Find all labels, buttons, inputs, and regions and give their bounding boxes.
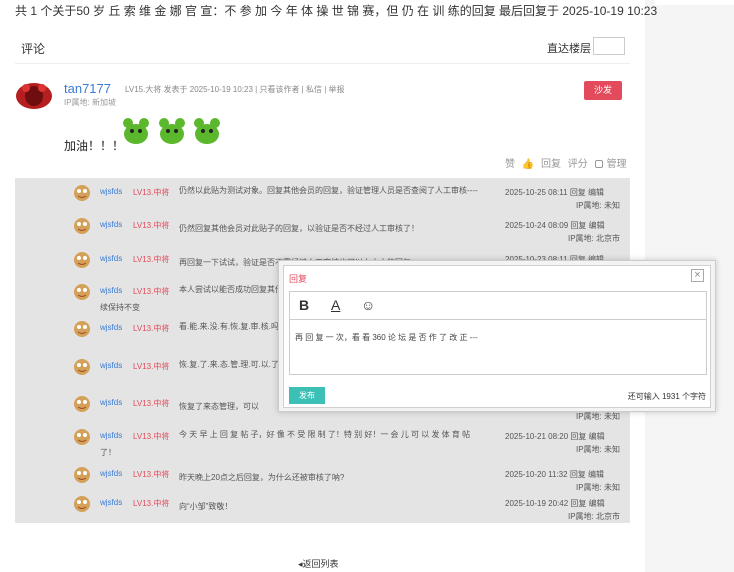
reply-level: LV13.中将: [133, 470, 170, 479]
reply-location: IP属地: 北京市: [567, 512, 620, 521]
font-color-icon[interactable]: A: [331, 297, 340, 313]
reply-dialog-body: 回复 × B A ☺ 再 回 复 一 次，看 看 360 论 坛 是 否 作 了…: [283, 265, 711, 408]
reply-date: 2025-10-25 08:11: [505, 188, 568, 197]
rate-button[interactable]: 评分: [568, 159, 588, 170]
post-meta: LV15.大将 发表于 2025-10-19 10:23 | 只看该作者 | 私…: [125, 85, 345, 94]
main-post: tan7177 LV15.大将 发表于 2025-10-19 10:23 | 只…: [15, 75, 630, 175]
reply-avatar[interactable]: [73, 320, 91, 338]
bold-icon[interactable]: B: [299, 297, 309, 313]
reply-row: wjsfds LV13.中将 昨天晚上20点之后回复，为什么还被审核了呐? 20…: [15, 464, 630, 496]
reply-date: 2025-10-20 11:32: [505, 470, 568, 479]
reply-level: LV13.中将: [133, 221, 170, 230]
reply-actions[interactable]: 回复 编辑: [570, 499, 604, 508]
reply-location: IP属地: 未知: [575, 412, 620, 421]
reply-avatar[interactable]: [73, 495, 91, 513]
reply-dialog: 回复 × B A ☺ 再 回 复 一 次，看 看 360 论 坛 是 否 作 了…: [278, 260, 716, 412]
post-ip: IP属地: 新加坡: [64, 98, 117, 107]
reply-text: 仍然以此贴为测试对象。回复其他会员的回复，验证管理人员是否查阅了人工审核----: [179, 186, 478, 195]
reply-author[interactable]: wjsfds: [100, 469, 122, 478]
thumb-up-icon[interactable]: 👍: [522, 159, 534, 170]
comments-label: 评论: [21, 42, 46, 56]
reply-avatar[interactable]: [73, 358, 91, 376]
thread-summary: 共 1 个关于50 岁 丘 索 维 金 娜 官 宣：不 参 加 今 年 体 操 …: [15, 4, 658, 18]
reply-actions[interactable]: 回复 编辑: [570, 188, 604, 197]
reply-location: IP属地: 北京市: [567, 234, 620, 243]
reply-date: 2025-10-24 08:09: [505, 221, 569, 230]
reply-location: IP属地: 未知: [575, 483, 620, 492]
reply-row: wjsfds LV13.中将 仍然以此贴为测试对象。回复其他会员的回复，验证管理…: [15, 182, 630, 214]
jump-floor-input[interactable]: [593, 37, 625, 55]
reply-text: 今 天 早 上 回 复 帖 子，好 像 不 受 限 制 了！特 别 好！一 会 …: [100, 430, 471, 457]
reply-textarea[interactable]: 再 回 复 一 次，看 看 360 论 坛 是 否 作 了 改 正 ---: [295, 332, 478, 343]
reply-date-actions: 2025-10-20 11:32 回复 编辑: [505, 469, 604, 480]
post-text: 加油！！！: [64, 139, 125, 153]
reply-date-actions: 2025-10-25 08:11 回复 编辑: [505, 187, 604, 198]
reply-row: wjsfds LV13.中将 仍然回复其他会员对此贴子的回复，以验证是否不经过人…: [15, 215, 630, 247]
reply-author[interactable]: wjsfds: [100, 498, 122, 507]
avatar[interactable]: [15, 80, 53, 110]
reply-location: IP属地: 未知: [575, 445, 620, 454]
jump-floor-label: 直达楼层: [547, 43, 591, 55]
reply-row: wjsfds LV13.中将 今 天 早 上 回 复 帖 子，好 像 不 受 限…: [15, 426, 630, 458]
reply-avatar[interactable]: [73, 466, 91, 484]
reply-avatar[interactable]: [73, 184, 91, 202]
sofa-badge[interactable]: 沙发: [584, 81, 622, 100]
reply-date-actions: 2025-10-21 08:20 回复 编辑: [505, 431, 605, 442]
reply-level: LV13.中将: [133, 399, 170, 408]
publish-button[interactable]: 发布: [289, 387, 325, 404]
right-gutter-box: [655, 0, 734, 5]
reply-editor[interactable]: B A ☺ 再 回 复 一 次，看 看 360 论 坛 是 否 作 了 改 正 …: [289, 291, 707, 375]
like-button[interactable]: 赞: [505, 159, 515, 170]
reply-date-actions: 2025-10-19 20:42 回复 编辑: [505, 498, 605, 509]
reply-date: 2025-10-21 08:20: [505, 432, 569, 441]
green-creature-emoji-icon: [123, 118, 149, 144]
reply-level: LV13.中将: [133, 255, 170, 264]
reply-text: 昨天晚上20点之后回复，为什么还被审核了呐?: [179, 473, 345, 482]
remaining-chars: 还可输入 1931 个字符: [627, 392, 706, 401]
green-creature-emoji-icon: [194, 118, 220, 144]
admin-label: 管理: [606, 159, 627, 170]
reply-author[interactable]: wjsfds: [100, 220, 122, 229]
reply-date-actions: 2025-10-24 08:09 回复 编辑: [505, 220, 605, 231]
reply-avatar[interactable]: [73, 251, 91, 269]
reply-actions[interactable]: 回复 编辑: [570, 221, 604, 230]
post-author[interactable]: tan7177: [64, 81, 111, 96]
reply-text: 向“小邹”致敬！: [179, 502, 233, 511]
reply-author[interactable]: wjsfds: [100, 254, 122, 263]
reply-button[interactable]: 回复: [541, 159, 561, 170]
reply-date: 2025-10-19 20:42: [505, 499, 569, 508]
dialog-title: 回复: [289, 274, 308, 284]
close-icon[interactable]: ×: [691, 269, 704, 282]
reply-author[interactable]: wjsfds: [100, 398, 122, 407]
green-creature-emoji-icon: [159, 118, 185, 144]
comments-header: 评论 直达楼层: [15, 30, 630, 64]
reply-avatar[interactable]: [73, 428, 91, 446]
editor-toolbar: B A ☺: [290, 292, 706, 320]
emoji-icon[interactable]: ☺: [361, 297, 375, 313]
reply-location: IP属地: 未知: [575, 201, 620, 210]
reply-avatar[interactable]: [73, 395, 91, 413]
reply-avatar[interactable]: [73, 283, 91, 301]
reply-actions[interactable]: 回复 编辑: [570, 432, 604, 441]
post-actions: 赞 👍 回复 评分 管理: [505, 155, 631, 170]
back-to-list-link[interactable]: ◂返回列表: [298, 557, 339, 570]
admin-checkbox[interactable]: [594, 160, 603, 169]
reply-level: LV13.中将: [133, 499, 170, 508]
reply-text: 仍然回复其他会员对此贴子的回复，以验证是否不经过人工审核了！: [179, 224, 419, 233]
reply-row: wjsfds LV13.中将 向“小邹”致敬！ 2025-10-19 20:42…: [15, 493, 630, 525]
reply-actions[interactable]: 回复 编辑: [570, 470, 604, 479]
reply-avatar[interactable]: [73, 217, 91, 235]
